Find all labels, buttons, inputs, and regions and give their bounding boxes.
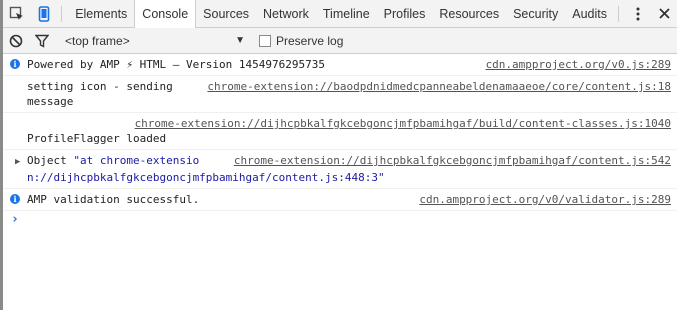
message-text: Powered by AMP ⚡ HTML – Version 14549762…: [27, 58, 326, 71]
tab-network[interactable]: Network: [256, 0, 316, 27]
console-output: i cdn.ampproject.org/v0.js:289 Powered b…: [3, 54, 677, 310]
console-message: chrome-extension://baodpdnidmedcpanneabe…: [3, 76, 677, 113]
tab-audits[interactable]: Audits: [565, 0, 614, 27]
toolbar-divider: [618, 5, 619, 22]
filter-icon[interactable]: [29, 28, 55, 53]
source-link[interactable]: chrome-extension://dijhcpbkalfgkcebgoncj…: [234, 153, 671, 168]
object-string: "at chrome-extensio: [73, 154, 200, 167]
console-prompt[interactable]: ›: [3, 211, 677, 229]
preserve-log-label[interactable]: Preserve log: [276, 34, 343, 48]
tab-console[interactable]: Console: [134, 0, 197, 28]
info-icon: i: [10, 59, 20, 69]
frame-select-value: <top frame>: [65, 33, 130, 48]
tab-profiles[interactable]: Profiles: [377, 0, 433, 27]
source-link[interactable]: cdn.ampproject.org/v0/validator.js:289: [419, 192, 671, 207]
device-mode-icon[interactable]: [30, 0, 57, 27]
console-message: chrome-extension://dijhcpbkalfgkcebgoncj…: [3, 113, 677, 150]
clear-console-icon[interactable]: [3, 28, 29, 53]
tab-resources[interactable]: Resources: [432, 0, 506, 27]
source-link[interactable]: chrome-extension://dijhcpbkalfgkcebgoncj…: [27, 116, 671, 131]
console-message: chrome-extension://dijhcpbkalfgkcebgoncj…: [3, 150, 677, 189]
message-text: AMP validation successful.: [27, 193, 200, 206]
console-filterbar: <top frame> ▼ Preserve log: [3, 28, 677, 54]
object-label[interactable]: Object: [27, 154, 73, 167]
dropdown-arrow-icon: ▼: [235, 35, 245, 46]
tab-security[interactable]: Security: [506, 0, 565, 27]
preserve-log-checkbox[interactable]: [259, 34, 271, 47]
close-icon[interactable]: [651, 0, 677, 27]
message-text: message: [27, 95, 74, 108]
console-message: i cdn.ampproject.org/v0/validator.js:289…: [3, 189, 677, 211]
prompt-chevron-icon: ›: [11, 212, 19, 227]
expand-triangle-icon[interactable]: ▶: [15, 155, 27, 170]
inspect-element-icon[interactable]: [3, 0, 30, 27]
frame-select[interactable]: <top frame> ▼: [65, 34, 245, 48]
source-link[interactable]: cdn.ampproject.org/v0.js:289: [486, 57, 671, 72]
source-link[interactable]: chrome-extension://baodpdnidmedcpanneabe…: [207, 79, 671, 94]
info-icon: i: [10, 194, 20, 204]
message-text: ProfileFlagger loaded: [27, 132, 167, 145]
toolbar-divider: [61, 5, 63, 22]
more-options-icon[interactable]: [625, 0, 651, 27]
object-string-continued: n://dijhcpbkalfgkcebgoncjmfpbamihgaf/con…: [27, 171, 385, 184]
tab-sources[interactable]: Sources: [196, 0, 256, 27]
tab-timeline[interactable]: Timeline: [316, 0, 377, 27]
devtools-tabbar: Elements Console Sources Network Timelin…: [3, 0, 677, 28]
tab-elements[interactable]: Elements: [68, 0, 134, 27]
console-message: i cdn.ampproject.org/v0.js:289 Powered b…: [3, 54, 677, 76]
